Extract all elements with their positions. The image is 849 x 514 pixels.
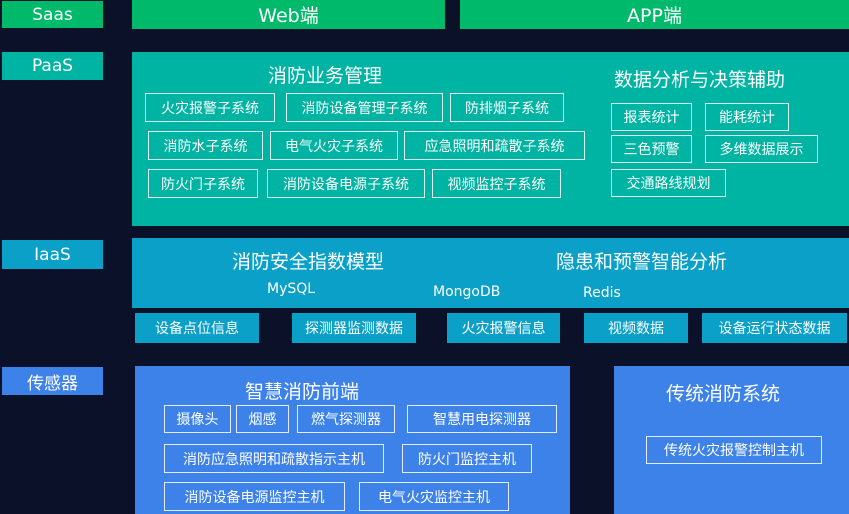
analysis-item-multidim-display: 多维数据展示: [705, 135, 818, 163]
analysis-item-energy: 能耗统计: [705, 103, 789, 131]
layer-label-iaas: IaaS: [2, 240, 103, 269]
business-item-electrical-fire: 电气火灾子系统: [270, 131, 398, 160]
database-redis: Redis: [583, 285, 621, 301]
saas-web-bar: Web端: [132, 0, 445, 29]
frontend-item-electrical-fire-host: 电气火灾监控主机: [359, 482, 509, 511]
business-item-smoke-control: 防排烟子系统: [450, 93, 564, 122]
database-mongodb: MongoDB: [433, 284, 501, 300]
data-item-fire-alarm-info: 火灾报警信息: [447, 313, 560, 343]
business-item-equipment-mgmt: 消防设备管理子系统: [286, 93, 443, 122]
hazard-warning-analysis-title: 隐患和预警智能分析: [556, 251, 728, 273]
business-item-emergency-lighting: 应急照明和疏散子系统: [404, 131, 585, 160]
safety-index-model-title: 消防安全指数模型: [232, 251, 385, 273]
iaas-panel: 消防安全指数模型 隐患和预警智能分析 MySQL MongoDB Redis: [132, 238, 849, 308]
layer-label-sensor: 传感器: [2, 367, 103, 395]
business-management-title: 消防业务管理: [268, 65, 383, 87]
traditional-system-panel: 传统消防系统 传统火灾报警控制主机: [614, 366, 849, 514]
analysis-item-tricolor-warning: 三色预警: [611, 135, 692, 163]
frontend-item-smoke-sensor: 烟感: [236, 405, 289, 433]
frontend-item-camera: 摄像头: [164, 405, 231, 433]
data-item-point-info: 设备点位信息: [135, 313, 259, 343]
business-item-power-supply: 消防设备电源子系统: [267, 169, 425, 198]
business-item-video-monitor: 视频监控子系统: [432, 169, 561, 198]
smart-frontend-title: 智慧消防前端: [245, 381, 360, 403]
data-analysis-title: 数据分析与决策辅助: [614, 69, 786, 91]
frontend-item-gas-detector: 燃气探测器: [297, 405, 395, 433]
smart-frontend-panel: 智慧消防前端 摄像头 烟感 燃气探测器 智慧用电探测器 消防应急照明和疏散指示主…: [135, 366, 570, 514]
saas-app-bar: APP端: [460, 0, 849, 29]
analysis-item-report: 报表统计: [611, 103, 692, 131]
layer-label-saas: Saas: [2, 1, 103, 28]
data-item-detector-data: 探测器监测数据: [292, 313, 416, 343]
frontend-item-fire-door-host: 防火门监控主机: [402, 444, 532, 473]
traditional-system-title: 传统消防系统: [666, 383, 781, 405]
analysis-item-route-planning: 交通路线规划: [611, 169, 726, 197]
business-item-water: 消防水子系统: [148, 131, 263, 160]
frontend-item-smart-power-detector: 智慧用电探测器: [407, 405, 557, 433]
business-item-fire-alarm: 火灾报警子系统: [145, 93, 275, 122]
data-item-video-data: 视频数据: [584, 313, 688, 343]
frontend-item-power-monitor-host: 消防设备电源监控主机: [164, 482, 345, 511]
frontend-item-emergency-lighting-host: 消防应急照明和疏散指示主机: [164, 444, 384, 473]
paas-panel: 消防业务管理 数据分析与决策辅助 火灾报警子系统 消防设备管理子系统 防排烟子系…: [132, 52, 849, 226]
traditional-item-fire-alarm-controller: 传统火灾报警控制主机: [646, 436, 822, 464]
data-item-device-status: 设备运行状态数据: [702, 313, 847, 343]
database-mysql: MySQL: [267, 281, 316, 297]
business-item-fire-door: 防火门子系统: [148, 169, 258, 198]
layer-label-paas: PaaS: [2, 52, 103, 80]
